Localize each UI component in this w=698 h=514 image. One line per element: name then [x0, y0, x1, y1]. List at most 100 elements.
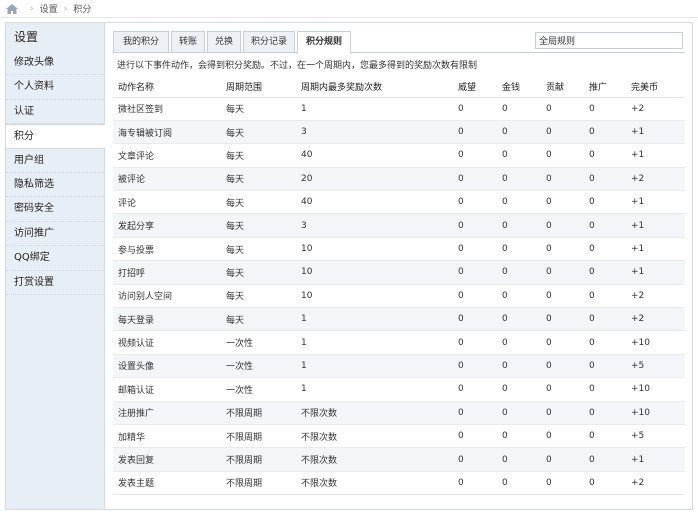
table-cell: 0 [453, 307, 497, 332]
table-cell: 1 [296, 97, 453, 121]
table-cell: 视频认证 [113, 330, 221, 355]
table-cell: 每天 [221, 97, 296, 121]
table-cell: 10 [296, 284, 453, 309]
tab-credit-rules[interactable]: 积分规则 [297, 31, 351, 54]
table-cell: +10 [626, 377, 685, 402]
tab-my-credits[interactable]: 我的积分 [113, 31, 169, 53]
column-header[interactable]: 金钱 [497, 77, 541, 98]
tab-transfer[interactable]: 转账 [171, 31, 205, 53]
table-cell: 0 [584, 424, 626, 449]
table-row: 邮箱认证 一次性 1 0 0 0 0 +10 [113, 377, 685, 402]
sidebar-item-usergroup[interactable]: 用户组 [6, 149, 104, 173]
table-cell: 3 [296, 120, 453, 145]
tab-credit-log[interactable]: 积分记录 [243, 31, 295, 53]
table-row: 文章评论 每天 40 0 0 0 0 +1 [113, 143, 685, 168]
sidebar-item-privacy[interactable]: 隐私筛选 [6, 173, 104, 198]
settings-panel: 设置 修改头像 个人资料 认证 积分 用户组 隐私筛选 密码安全 访问推广 QQ… [5, 22, 693, 510]
column-header[interactable]: 贡献 [541, 77, 584, 98]
home-icon[interactable] [6, 3, 18, 14]
column-header[interactable]: 威望 [453, 77, 497, 98]
column-header[interactable]: 周期范围 [221, 77, 296, 98]
table-cell: 评论 [113, 190, 221, 215]
column-header[interactable]: 推广 [584, 77, 626, 98]
table-cell: +2 [626, 307, 685, 332]
table-cell: 0 [541, 190, 584, 215]
tab-bar: 我的积分 转账 兑换 积分记录 积分规则 [113, 29, 685, 54]
table-cell: 每天 [221, 167, 296, 192]
table-cell: 20 [296, 167, 453, 192]
table-cell: 0 [497, 97, 541, 121]
table-cell: +1 [626, 190, 685, 215]
table-cell: 0 [497, 260, 541, 285]
column-header[interactable]: 完美币 [626, 77, 685, 98]
column-header[interactable]: 动作名称 [113, 77, 221, 98]
table-cell: 0 [584, 143, 626, 168]
table-cell: 海专辑被订阅 [113, 120, 221, 145]
rules-notice: 进行以下事件动作，会得到积分奖励。不过，在一个周期内，您最多得到的奖励次数有限制 [117, 61, 478, 71]
table-cell: 0 [584, 447, 626, 472]
table-cell: 0 [541, 424, 584, 449]
table-cell: 0 [584, 260, 626, 285]
table-row: 每天登录 每天 1 0 0 0 0 +2 [113, 307, 685, 332]
table-cell: 一次性 [221, 330, 296, 355]
table-cell: 0 [541, 377, 584, 402]
table-row: 访问别人空间 每天 10 0 0 0 0 +2 [113, 284, 685, 309]
table-cell: 0 [541, 354, 584, 379]
table-cell: 0 [497, 424, 541, 449]
table-cell: 不限周期 [221, 424, 296, 449]
table-cell: 0 [453, 401, 497, 425]
table-cell: 参与投票 [113, 237, 221, 262]
table-cell: 每天登录 [113, 307, 221, 332]
table-cell: 邮箱认证 [113, 377, 221, 402]
table-cell: 10 [296, 260, 453, 285]
table-cell: 0 [584, 237, 626, 262]
table-row: 打招呼 每天 10 0 0 0 0 +1 [113, 260, 685, 285]
main-content: 我的积分 转账 兑换 积分记录 积分规则 进行以下事件动作，会得到积分奖励。不过… [106, 23, 692, 509]
table-cell: 0 [453, 97, 497, 121]
table-cell: 0 [541, 237, 584, 262]
sidebar-item-promotion[interactable]: 访问推广 [6, 222, 104, 247]
breadcrumb-separator-icon: › [30, 3, 34, 14]
breadcrumb-item-settings[interactable]: 设置 [40, 2, 58, 15]
table-row: 视频认证 一次性 1 0 0 0 0 +10 [113, 330, 685, 355]
sidebar-item-credits[interactable]: 积分 [6, 124, 105, 149]
table-cell: 0 [453, 260, 497, 285]
table-cell: 1 [296, 307, 453, 332]
table-cell: 不限次数 [296, 447, 453, 472]
column-header[interactable]: 周期内最多奖励次数 [296, 77, 453, 98]
table-cell: 1 [296, 354, 453, 379]
table-cell: 0 [541, 143, 584, 168]
table-cell: +1 [626, 237, 685, 262]
table-cell: 被评论 [113, 167, 221, 192]
table-cell: +2 [626, 97, 685, 121]
table-cell: 0 [497, 167, 541, 192]
table-cell: 0 [584, 307, 626, 332]
sidebar-item-avatar[interactable]: 修改头像 [6, 51, 104, 76]
table-cell: +1 [626, 260, 685, 285]
tab-exchange[interactable]: 兑换 [207, 31, 241, 53]
table-cell: 0 [541, 284, 584, 309]
sidebar-item-profile[interactable]: 个人资料 [6, 75, 104, 100]
table-cell: 每天 [221, 120, 296, 145]
table-cell: 0 [541, 401, 584, 425]
table-cell: 0 [541, 97, 584, 121]
sidebar-item-qq[interactable]: QQ绑定 [6, 246, 104, 271]
table-row: 设置头像 一次性 1 0 0 0 0 +5 [113, 354, 685, 379]
table-cell: 0 [584, 377, 626, 402]
table-cell: +5 [626, 354, 685, 379]
table-cell: 0 [541, 471, 584, 496]
table-cell: 每天 [221, 190, 296, 215]
table-cell: +1 [626, 213, 685, 238]
sidebar-item-verify[interactable]: 认证 [6, 100, 104, 125]
table-cell: +2 [626, 284, 685, 309]
table-cell: 0 [453, 354, 497, 379]
sidebar-item-password[interactable]: 密码安全 [6, 197, 104, 222]
table-cell: 0 [584, 284, 626, 309]
rule-search-input[interactable] [535, 32, 683, 49]
table-cell: 0 [541, 330, 584, 355]
table-cell: +10 [626, 401, 685, 425]
sidebar-item-tip[interactable]: 打赏设置 [6, 271, 104, 295]
table-cell: 发表主题 [113, 471, 221, 496]
table-cell: 不限次数 [296, 401, 453, 425]
table-cell: 0 [497, 307, 541, 332]
